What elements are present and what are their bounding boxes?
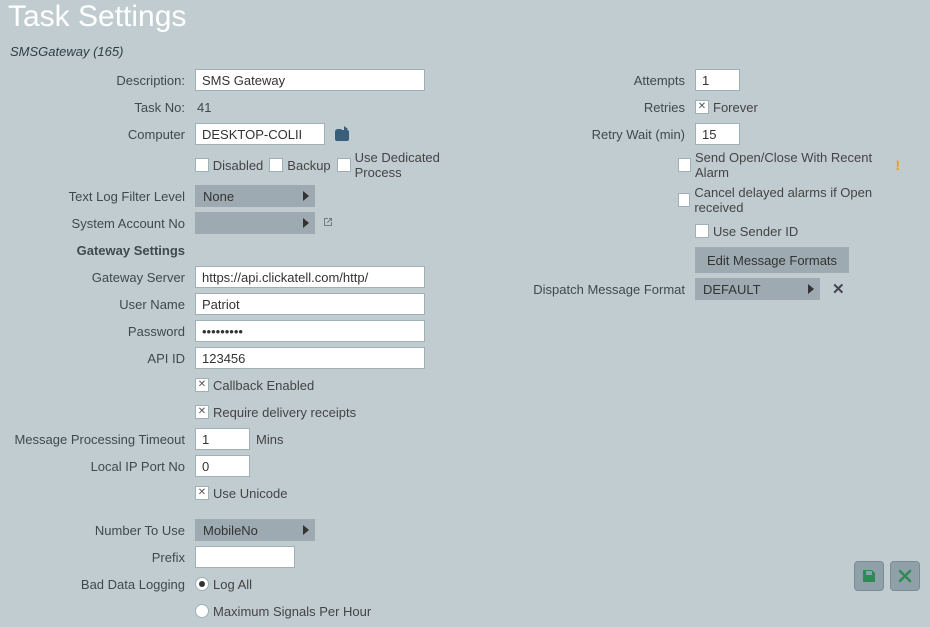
- password-label: Password: [10, 324, 195, 339]
- port-input[interactable]: [195, 455, 250, 477]
- user-label: User Name: [10, 297, 195, 312]
- port-label: Local IP Port No: [10, 459, 195, 474]
- edit-message-formats-button[interactable]: Edit Message Formats: [695, 247, 849, 273]
- timeout-input[interactable]: [195, 428, 250, 450]
- page-title: Task Settings: [0, 0, 930, 36]
- prefix-label: Prefix: [10, 550, 195, 565]
- log-filter-label: Text Log Filter Level: [10, 189, 195, 204]
- computer-label: Computer: [10, 127, 195, 142]
- caret-right-icon: [808, 284, 814, 294]
- save-icon: [861, 568, 877, 584]
- max-signals-radio-label: Maximum Signals Per Hour: [213, 604, 371, 619]
- username-input[interactable]: [195, 293, 425, 315]
- send-open-cb-label: Send Open/Close With Recent Alarm: [695, 150, 885, 180]
- gateway-settings-heading: Gateway Settings: [10, 243, 195, 258]
- use-sender-id-checkbox[interactable]: [695, 224, 709, 238]
- dispatch-format-dropdown[interactable]: DEFAULT: [695, 278, 820, 300]
- open-link-icon[interactable]: [321, 215, 335, 232]
- timeout-label: Message Processing Timeout: [10, 432, 195, 447]
- description-input[interactable]: [195, 69, 425, 91]
- number-to-use-label: Number To Use: [10, 523, 195, 538]
- caret-right-icon: [303, 525, 309, 535]
- task-no-label: Task No:: [10, 100, 195, 115]
- attempts-label: Attempts: [520, 73, 695, 88]
- sys-acct-dropdown[interactable]: [195, 212, 315, 234]
- task-subtitle: SMSGateway (165): [0, 36, 930, 69]
- cancel-delayed-cb-label: Cancel delayed alarms if Open received: [694, 185, 900, 215]
- forever-checkbox[interactable]: [695, 100, 709, 114]
- callback-checkbox[interactable]: [195, 378, 209, 392]
- gateway-server-input[interactable]: [195, 266, 425, 288]
- browse-computer-icon[interactable]: [333, 126, 351, 142]
- log-all-radio-label: Log All: [213, 577, 252, 592]
- caret-right-icon: [303, 218, 309, 228]
- save-button[interactable]: [854, 561, 884, 591]
- prefix-input[interactable]: [195, 546, 295, 568]
- attempts-input[interactable]: [695, 69, 740, 91]
- task-no-value: 41: [195, 100, 211, 115]
- retry-wait-input[interactable]: [695, 123, 740, 145]
- dispatch-format-label: Dispatch Message Format: [520, 282, 695, 297]
- sys-acct-label: System Account No: [10, 216, 195, 231]
- server-label: Gateway Server: [10, 270, 195, 285]
- disabled-checkbox[interactable]: [195, 158, 209, 172]
- description-label: Description:: [10, 73, 195, 88]
- disabled-cb-label: Disabled: [213, 158, 264, 173]
- retries-label: Retries: [520, 100, 695, 115]
- backup-checkbox[interactable]: [269, 158, 283, 172]
- callback-cb-label: Callback Enabled: [213, 378, 314, 393]
- unicode-cb-label: Use Unicode: [213, 486, 287, 501]
- cancel-button[interactable]: [890, 561, 920, 591]
- log-filter-dropdown[interactable]: None: [195, 185, 315, 207]
- log-all-radio[interactable]: [195, 577, 209, 591]
- log-filter-value: None: [203, 189, 234, 204]
- api-id-input[interactable]: [195, 347, 425, 369]
- bad-data-label: Bad Data Logging: [10, 577, 195, 592]
- dispatch-format-value: DEFAULT: [703, 282, 761, 297]
- caret-right-icon: [303, 191, 309, 201]
- dedicated-checkbox[interactable]: [337, 158, 351, 172]
- password-input[interactable]: [195, 320, 425, 342]
- receipts-cb-label: Require delivery receipts: [213, 405, 356, 420]
- clear-dispatch-icon[interactable]: ✕: [832, 280, 845, 298]
- send-open-close-checkbox[interactable]: [678, 158, 691, 172]
- use-sender-id-cb-label: Use Sender ID: [713, 224, 798, 239]
- warning-icon: !: [895, 157, 900, 173]
- computer-input[interactable]: [195, 123, 325, 145]
- max-signals-radio[interactable]: [195, 604, 209, 618]
- dedicated-cb-label: Use Dedicated Process: [355, 150, 490, 180]
- number-to-use-value: MobileNo: [203, 523, 258, 538]
- forever-cb-label: Forever: [713, 100, 758, 115]
- retry-wait-label: Retry Wait (min): [520, 127, 695, 142]
- number-to-use-dropdown[interactable]: MobileNo: [195, 519, 315, 541]
- receipts-checkbox[interactable]: [195, 405, 209, 419]
- backup-cb-label: Backup: [287, 158, 330, 173]
- api-id-label: API ID: [10, 351, 195, 366]
- unicode-checkbox[interactable]: [195, 486, 209, 500]
- close-icon: [898, 569, 912, 583]
- timeout-unit: Mins: [256, 432, 283, 447]
- cancel-delayed-checkbox[interactable]: [678, 193, 691, 207]
